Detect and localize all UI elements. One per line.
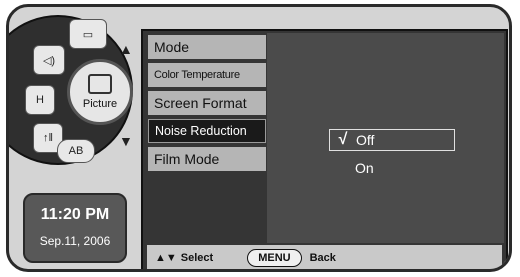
channel-icon[interactable]: H (25, 85, 55, 115)
tv-osd-frame: ▭ ◁) H ↑‖ AB Picture ▲ ▼ 11:20 PM Sep.11… (6, 4, 512, 272)
option-off-label: Off (356, 132, 375, 148)
menu-button[interactable]: MENU (247, 249, 302, 267)
option-on-label: On (355, 160, 374, 176)
up-arrow-icon[interactable]: ▲ (119, 41, 133, 57)
sound-icon[interactable]: ◁) (33, 45, 65, 75)
picture-menu: Mode Color Temperature Screen Format Noi… (148, 35, 266, 175)
display-icon[interactable]: ▭ (69, 19, 107, 49)
down-arrow-icon[interactable]: ▼ (119, 133, 133, 149)
bottom-help-bar: ▲▼ Select MENU Back (147, 245, 502, 269)
menu-item-film-mode[interactable]: Film Mode (148, 147, 266, 171)
select-label: Select (180, 252, 214, 264)
back-label: Back (309, 252, 336, 264)
clock-date: Sep.11, 2006 (39, 234, 111, 248)
menu-item-noise-reduction[interactable]: Noise Reduction (148, 119, 266, 143)
clock-time: 11:20 PM (40, 206, 110, 223)
menu-item-color-temperature[interactable]: Color Temperature (148, 63, 266, 87)
checkmark-icon: √ (338, 131, 348, 148)
ab-label: AB (68, 145, 84, 157)
select-arrows-icon: ▲▼ (155, 252, 177, 264)
picture-button[interactable]: Picture (67, 59, 133, 125)
menu-item-screen-format[interactable]: Screen Format (148, 91, 266, 115)
clock-panel: 11:20 PM Sep.11, 2006 (23, 193, 127, 263)
ab-button[interactable]: AB (57, 139, 95, 163)
picture-label: Picture (82, 98, 118, 110)
menu-item-mode[interactable]: Mode (148, 35, 266, 59)
control-wheel: ▭ ◁) H ↑‖ AB Picture ▲ ▼ (9, 15, 135, 165)
option-on[interactable]: On (329, 157, 455, 179)
picture-icon (88, 74, 112, 94)
option-off[interactable]: √ Off (329, 129, 455, 151)
osd-screen: Mode Color Temperature Screen Format Noi… (141, 29, 508, 269)
options-panel: √ Off On (267, 33, 504, 243)
